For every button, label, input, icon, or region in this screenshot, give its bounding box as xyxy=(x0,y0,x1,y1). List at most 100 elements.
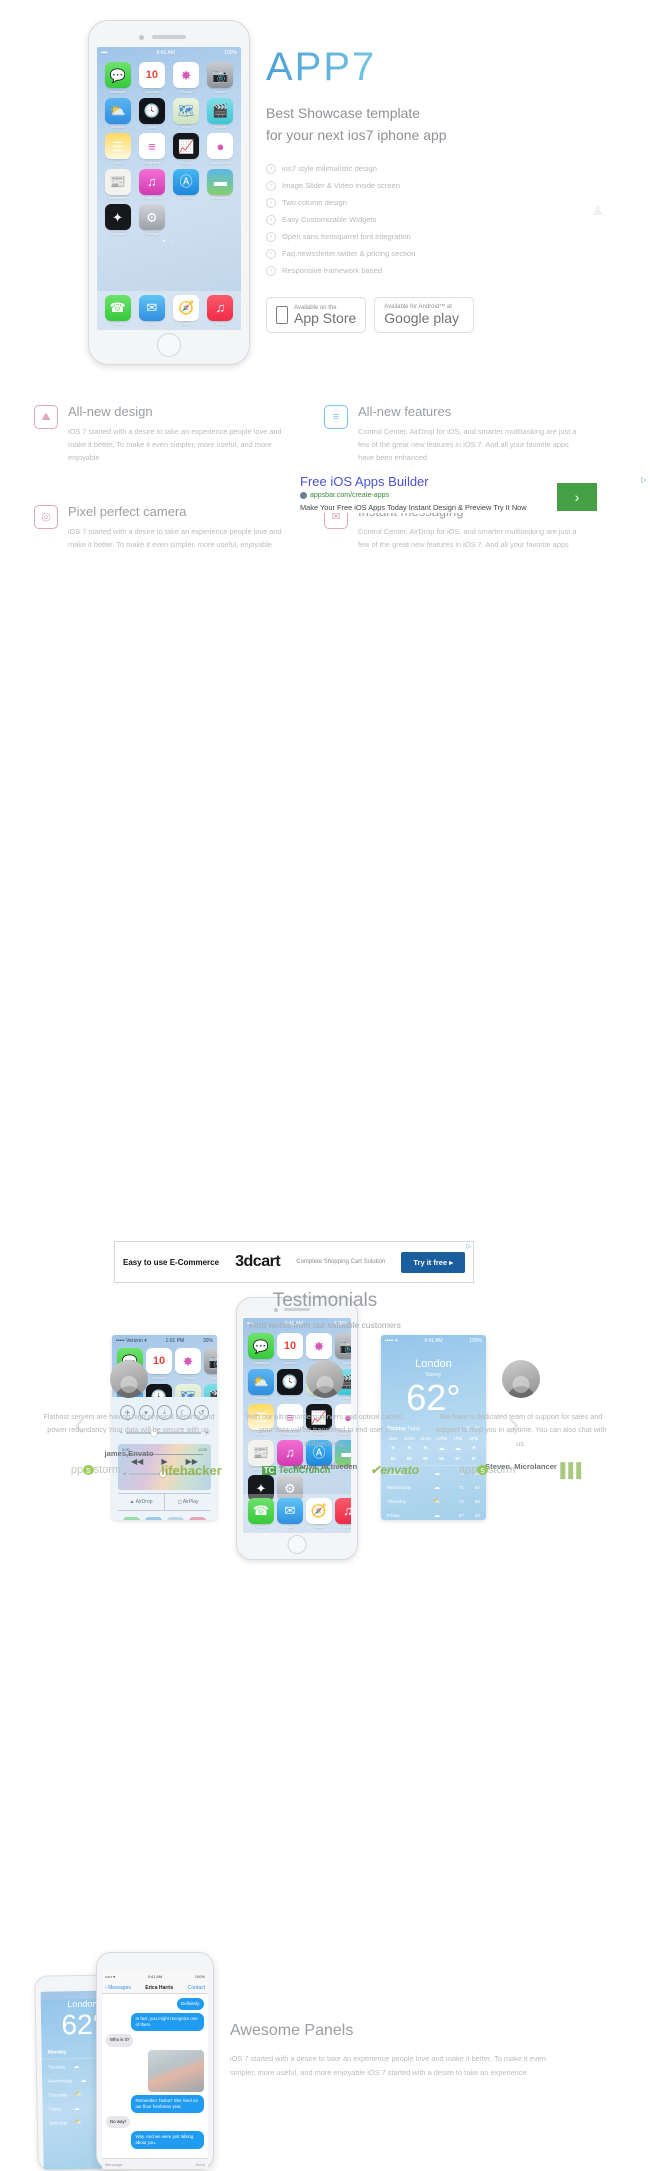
flashlight-shortcut[interactable]: 🔦 xyxy=(122,1517,140,1520)
forecast-day: Thursday xyxy=(387,1498,407,1504)
chevron-right-icon: › xyxy=(574,489,580,505)
app-icon-safari[interactable]: 🧭 Safari xyxy=(306,1497,332,1529)
app-icon-music[interactable]: ♫Music xyxy=(205,294,236,326)
image-icon: ⛰ xyxy=(34,405,58,429)
home-button[interactable] xyxy=(287,1535,307,1554)
feature-body: Control Center, AirDrop for iOS, and sma… xyxy=(358,526,577,549)
logo-techcrunch[interactable]: TC TechCrunch xyxy=(261,1465,330,1475)
app-icon-clock[interactable]: 🕓Clock xyxy=(136,97,167,129)
inline-text-ad[interactable]: Free iOS Apps Builder appsbar.com/create… xyxy=(300,474,550,514)
app-icon-messages[interactable]: 💬Messages xyxy=(102,62,133,94)
forecast-icon: ⛅ xyxy=(74,2120,83,2127)
logo-appstorm[interactable]: pp s storm xyxy=(71,1464,121,1476)
app-icon-weather[interactable]: ⛅Weather xyxy=(102,97,133,129)
ad-description: Make Your Free iOS Apps Today Instant De… xyxy=(300,503,527,512)
store-badges: Available on the App Store Available for… xyxy=(266,297,596,334)
app-icon-calendar[interactable]: 10 Calendar xyxy=(136,62,167,94)
banner-ad-cta-button[interactable]: Try it free ▸ xyxy=(401,1251,465,1273)
airplay-label: AirPlay xyxy=(182,1499,199,1505)
forecast-day: Wednesday xyxy=(48,2077,73,2084)
testimonial-text: With our ultra mordern servers and optic… xyxy=(245,1412,405,1448)
features-row-1: ⛰ All-new design iOS 7 started with a de… xyxy=(0,405,650,465)
app-icon-camera[interactable]: 📷Camera xyxy=(205,62,236,94)
battery-label: 100% xyxy=(224,49,237,56)
chevron-right-icon: › xyxy=(266,265,276,276)
chat-lines-icon: ≡ xyxy=(324,405,348,429)
message-bubble: In fact, you might recognize one of them… xyxy=(131,2013,204,2032)
adchoices-icon[interactable]: ▷ xyxy=(641,476,646,484)
app-icon-mail[interactable]: ✉ Mail xyxy=(277,1497,303,1529)
ad-title-link[interactable]: Free iOS Apps Builder xyxy=(300,474,550,489)
iphone-icon xyxy=(276,306,288,325)
banner-ad-3dcart[interactable]: ▷ Easy to use E-Commerce 3dcart Complete… xyxy=(114,1241,474,1283)
calculator-shortcut[interactable]: ⌨ xyxy=(167,1517,185,1520)
message-bubble: Remember Tasha? She lived on our floor f… xyxy=(131,2094,204,2113)
logo-bars[interactable]: ▐▐▐ xyxy=(555,1462,581,1478)
chevron-up-icon[interactable]: ▲ xyxy=(589,200,606,220)
forecast-low: 56 xyxy=(474,1498,480,1504)
app-icon-itunes-store[interactable]: ♫ iTunes Store xyxy=(136,168,167,200)
adchoices-icon[interactable]: ▷ xyxy=(466,1243,471,1250)
app-icon-compass[interactable]: ✦Compass xyxy=(102,204,133,236)
contact-button[interactable]: Contact xyxy=(188,1985,205,1991)
send-button[interactable]: Send xyxy=(196,2162,205,2167)
back-to-messages-button[interactable]: ‹ Messages xyxy=(105,1985,131,1991)
ad-url-text: appsbar.com/create-apps xyxy=(310,492,389,499)
banner-ad-logo: 3dcart xyxy=(235,1253,281,1270)
app-icon-newsstand[interactable]: 📰 Newsstand xyxy=(102,168,133,200)
forecast-day: Saturday xyxy=(48,2120,68,2126)
app-icon-phone[interactable]: ☎ Phone xyxy=(102,294,133,326)
hero-feature-label: Two column design xyxy=(282,198,348,208)
app-icon-stocks[interactable]: 📈 Stocks xyxy=(171,133,202,165)
status-bar: ••••• 9:41 AM 100% xyxy=(97,47,241,58)
feature-card-all-new-features: ≡ All-new features Control Center, AirDr… xyxy=(324,405,602,465)
chevron-right-icon: › xyxy=(266,248,276,259)
message-input[interactable]: iMessage xyxy=(105,2162,122,2167)
avatar-mariya xyxy=(306,1360,344,1398)
cc-shortcut-row: 🔦 ⏱ ⌨ 📷 xyxy=(118,1511,211,1520)
forecast-high: 67 xyxy=(458,1513,464,1519)
app-icon-game-center[interactable]: ●Game Center xyxy=(205,133,236,165)
app-icon-music[interactable]: ♫Music xyxy=(335,1497,351,1529)
ad-next-arrow-button[interactable]: › xyxy=(557,483,597,511)
hero-feature-item: › Two column design xyxy=(266,194,596,211)
app-icon-videos[interactable]: 🎬Videos xyxy=(205,97,236,129)
app-icon-notes[interactable]: ☰ Notes xyxy=(102,133,133,165)
feature-title: All-new design xyxy=(68,404,153,419)
awesome-panels-section: London 62° Monday Today Tuesday☁7154Wedn… xyxy=(0,970,650,2171)
camera-shortcut[interactable]: 📷 xyxy=(189,1517,207,1520)
app-icon-mail[interactable]: ✉ Mail xyxy=(136,294,167,326)
app-icon-safari[interactable]: 🧭 Safari xyxy=(171,294,202,326)
home-button[interactable] xyxy=(157,333,181,357)
avatar-steven xyxy=(502,1360,540,1398)
logo-envato[interactable]: ✔envato xyxy=(370,1463,419,1477)
app-icon-photos[interactable]: ✸Photos xyxy=(171,62,202,94)
app-icon-reminders[interactable]: ≡ Reminders xyxy=(136,133,167,165)
app-icon-app-store[interactable]: Ⓐ App Store xyxy=(171,168,202,200)
message-image[interactable] xyxy=(148,2049,204,2092)
avatar-james xyxy=(110,1360,148,1398)
app-icon-phone[interactable]: ☎ Phone xyxy=(248,1497,274,1529)
testimonial-card: Flathost servers are having high physica… xyxy=(43,1360,215,1471)
message-composer[interactable]: iMessage Send xyxy=(102,2158,208,2169)
feature-body: iOS 7 started with a desire to take an e… xyxy=(68,427,282,462)
panels-title: Awesome Panels xyxy=(230,2022,354,2039)
app-icon-maps[interactable]: 🗺Maps xyxy=(171,97,202,129)
timer-shortcut[interactable]: ⏱ xyxy=(144,1517,162,1520)
hero-copy: APP7 Best Showcase template for your nex… xyxy=(266,45,596,334)
forecast-day: Wednesday xyxy=(387,1484,412,1490)
app-icon-settings[interactable]: ⚙Settings xyxy=(136,204,167,236)
app-store-badge[interactable]: Available on the App Store xyxy=(266,297,367,334)
logo-appstorm-2[interactable]: app s storm xyxy=(459,1464,515,1476)
forecast-row: Thursday ⛅ 72 56 xyxy=(381,1494,486,1508)
banner-ad-headline: Easy to use E-Commerce xyxy=(123,1257,220,1267)
message-thread: Definitely. In fact, you might recognize … xyxy=(102,1994,208,2153)
feature-body: Control Center, AirDrop for iOS, and sma… xyxy=(358,427,577,462)
forecast-icon: ☁ xyxy=(73,2063,80,2070)
signal-icon: ••••• ▾ xyxy=(105,1974,116,1979)
google-play-play: play xyxy=(433,310,459,327)
app-icon-passbook[interactable]: ▬Passbook xyxy=(205,168,236,200)
logo-lifehacker[interactable]: lifehacker xyxy=(161,1463,222,1478)
google-play-badge[interactable]: Available for Android™ at Google play xyxy=(374,297,475,334)
hero-tagline: Best Showcase template for your next ios… xyxy=(266,103,596,146)
